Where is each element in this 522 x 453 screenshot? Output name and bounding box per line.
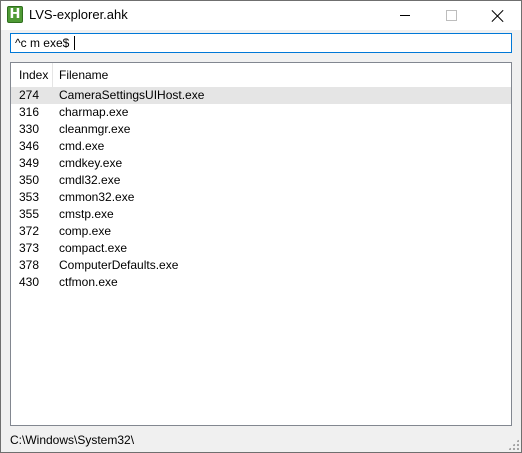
close-icon — [492, 10, 504, 22]
row-index: 346 — [19, 139, 40, 153]
row-filename: ComputerDefaults.exe — [59, 258, 179, 272]
row-index: 353 — [19, 190, 40, 204]
title-bar[interactable]: H LVS-explorer.ahk — [1, 1, 521, 30]
row-filename: compact.exe — [59, 241, 128, 255]
status-bar: C:\Windows\System32\ — [1, 430, 521, 452]
list-row[interactable]: 316 charmap.exe — [11, 104, 511, 121]
maximize-icon — [445, 10, 457, 21]
list-row[interactable]: 274 CameraSettingsUIHost.exe — [11, 87, 511, 104]
minimize-icon — [400, 15, 410, 16]
row-filename: ctfmon.exe — [59, 275, 118, 289]
row-index: 373 — [19, 241, 40, 255]
list-row[interactable]: 378 ComputerDefaults.exe — [11, 257, 511, 274]
status-path: C:\Windows\System32\ — [10, 433, 135, 447]
list-row[interactable]: 355 cmstp.exe — [11, 206, 511, 223]
row-filename: charmap.exe — [59, 105, 129, 119]
row-index: 330 — [19, 122, 40, 136]
row-index: 350 — [19, 173, 40, 187]
list-row[interactable]: 330 cleanmgr.exe — [11, 121, 511, 138]
list-row[interactable]: 372 comp.exe — [11, 223, 511, 240]
list-row[interactable]: 430 ctfmon.exe — [11, 274, 511, 291]
row-filename: comp.exe — [59, 224, 112, 238]
list-row[interactable]: 350 cmdl32.exe — [11, 172, 511, 189]
minimize-button[interactable] — [382, 1, 428, 30]
file-list[interactable]: Index Filename 274 CameraSettingsUIHost.e… — [10, 62, 512, 426]
search-input[interactable] — [10, 33, 512, 53]
resize-grip-icon[interactable] — [508, 439, 519, 450]
close-button[interactable] — [475, 1, 521, 30]
text-caret — [74, 36, 75, 50]
row-index: 316 — [19, 105, 40, 119]
list-row[interactable]: 346 cmd.exe — [11, 138, 511, 155]
row-index: 430 — [19, 275, 40, 289]
app-window: H LVS-explorer.ahk Index Filename 274 Cam… — [0, 0, 522, 453]
row-index: 372 — [19, 224, 40, 238]
row-index: 378 — [19, 258, 40, 272]
list-rows: 274 CameraSettingsUIHost.exe 316 charmap.ex… — [11, 87, 511, 291]
ahk-h-icon: H — [7, 6, 23, 23]
maximize-button — [428, 1, 474, 30]
window-title: LVS-explorer.ahk — [29, 7, 128, 22]
list-row[interactable]: 353 cmmon32.exe — [11, 189, 511, 206]
row-index: 274 — [19, 88, 40, 102]
list-row[interactable]: 349 cmdkey.exe — [11, 155, 511, 172]
column-header-filename[interactable]: Filename — [54, 63, 108, 87]
list-row[interactable]: 373 compact.exe — [11, 240, 511, 257]
row-index: 349 — [19, 156, 40, 170]
row-filename: CameraSettingsUIHost.exe — [59, 88, 205, 102]
row-filename: cmmon32.exe — [59, 190, 135, 204]
row-index: 355 — [19, 207, 40, 221]
list-header: Index Filename — [11, 63, 511, 88]
row-filename: cmdl32.exe — [59, 173, 121, 187]
column-header-index[interactable]: Index — [11, 63, 53, 87]
row-filename: cleanmgr.exe — [59, 122, 131, 136]
row-filename: cmstp.exe — [59, 207, 114, 221]
row-filename: cmd.exe — [59, 139, 105, 153]
row-filename: cmdkey.exe — [59, 156, 123, 170]
